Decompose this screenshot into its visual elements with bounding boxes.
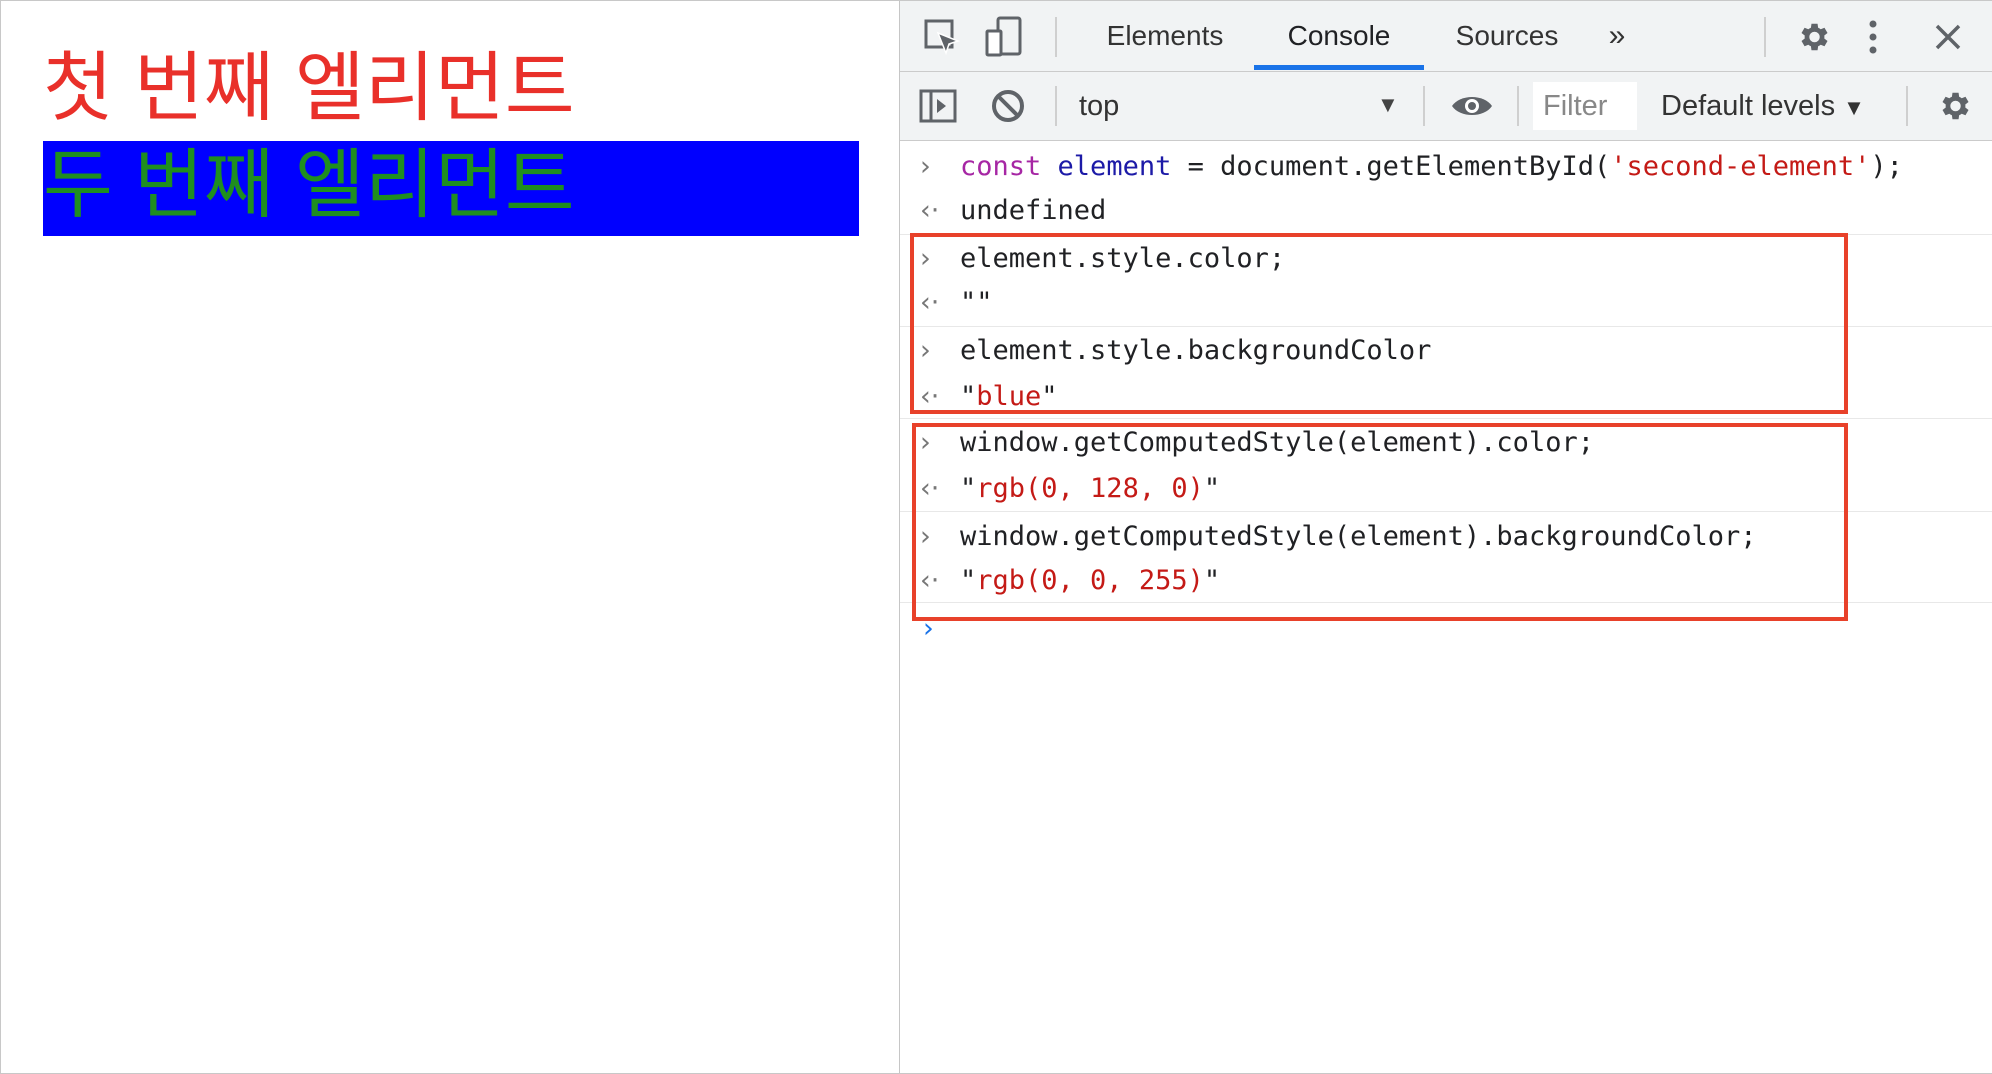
sidebar-toggle-icon[interactable]: [916, 86, 960, 126]
separator: [1517, 86, 1519, 126]
console-output[interactable]: › const element = document.getElementByI…: [900, 141, 1992, 1073]
console-input-row: › const element = document.getElementByI…: [900, 151, 1992, 187]
devtools-tabbar: Elements Console Sources »: [900, 1, 1992, 72]
console-input-text: const element = document.getElementById(…: [960, 151, 1903, 182]
inspect-icon[interactable]: [920, 15, 964, 59]
console-output-text: undefined: [960, 195, 1107, 226]
more-tabs-icon[interactable]: »: [1597, 1, 1637, 71]
levels-label: Default levels: [1661, 90, 1836, 122]
filter-box: [1533, 82, 1643, 130]
separator: [1764, 17, 1766, 57]
filter-input[interactable]: [1533, 82, 1643, 130]
console-toolbar: top ▼ Default levels ▼: [900, 72, 1992, 141]
context-dropdown-icon[interactable]: ▼: [1377, 72, 1399, 138]
separator: [1055, 17, 1057, 57]
devtools-panel: Elements Console Sources » top ▼ Filter …: [899, 1, 1992, 1073]
default-levels-dropdown[interactable]: Default levels ▼: [1661, 72, 1865, 142]
separator: [1906, 86, 1908, 126]
input-prompt-icon: ›: [920, 151, 931, 182]
output-prompt-icon: ‹·: [920, 195, 940, 226]
console-output-row: ‹· undefined: [900, 195, 1992, 231]
context-selector[interactable]: top: [1079, 72, 1119, 140]
separator: [1423, 86, 1425, 126]
tab-sources[interactable]: Sources: [1442, 1, 1572, 71]
clear-console-icon[interactable]: [988, 86, 1028, 126]
chevron-down-icon: ▼: [1843, 95, 1865, 120]
separator: [1055, 86, 1057, 126]
live-expression-eye-icon[interactable]: [1449, 86, 1495, 126]
row-divider: [900, 418, 1992, 419]
active-tab-indicator: [1254, 65, 1424, 70]
tab-elements[interactable]: Elements: [1095, 1, 1235, 71]
settings-icon[interactable]: [1791, 15, 1835, 59]
highlight-box-computed-style: [912, 423, 1848, 621]
second-element: 두 번째 엘리먼트: [43, 141, 859, 236]
kebab-menu-icon[interactable]: [1858, 15, 1888, 59]
device-toggle-icon[interactable]: [982, 13, 1026, 61]
page-viewport: 첫 번째 엘리먼트 두 번째 엘리먼트: [1, 1, 899, 1073]
console-settings-icon[interactable]: [1932, 86, 1976, 126]
tab-console[interactable]: Console: [1254, 1, 1424, 71]
first-element: 첫 번째 엘리먼트: [43, 46, 575, 131]
close-icon[interactable]: [1928, 17, 1968, 57]
highlight-box-inline-style: [910, 233, 1848, 414]
